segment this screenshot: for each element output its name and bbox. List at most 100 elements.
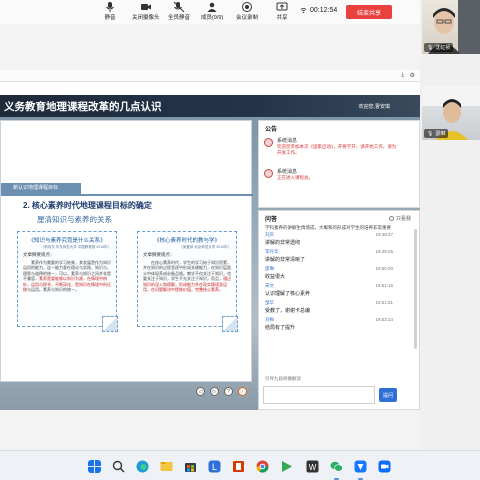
qa-message: 结局有了提升 (265, 324, 296, 331)
app-blue-icon[interactable]: L (208, 460, 221, 473)
windows-start-icon[interactable] (88, 460, 101, 473)
share-label: 共享 (276, 15, 288, 21)
file-explorer-icon[interactable] (160, 460, 173, 473)
card-body: 在核心素养时代，学生的学习始于知识积累，并在知识的过程里逐中形成关键能力，在知识… (143, 260, 231, 292)
wechat-icon[interactable] (330, 460, 343, 473)
qa-item: 刘梅 19:53:14 结局有了提升 (259, 316, 421, 333)
notice-text: 正在进入课程总。 (277, 175, 313, 180)
info-button[interactable]: ⓘ (238, 387, 247, 396)
office-icon[interactable] (232, 460, 245, 473)
system-message-icon (264, 138, 273, 147)
record-button[interactable]: 会议录制 (236, 1, 258, 21)
mute-button[interactable]: 静音 (104, 1, 116, 21)
download-icon[interactable]: ⤓ (401, 72, 404, 79)
qa-author: 邵琳 (265, 265, 274, 271)
question-input[interactable] (263, 386, 375, 404)
video-app-icon[interactable] (378, 460, 391, 473)
mute-all-icon (173, 1, 185, 13)
only-mine-toggle[interactable]: 只看我 (388, 215, 411, 222)
participant-strip (420, 0, 480, 450)
qa-author: 宋文 (265, 282, 274, 288)
camera-button[interactable]: 关闭摄像头 (132, 1, 160, 21)
participant-name: 沈虹祯 (435, 45, 451, 51)
qa-item: 李丹华 19:49:25 讲解的非常清晰了 (259, 248, 421, 265)
meeting-timer: 00:12:54 (300, 7, 337, 14)
help-button[interactable]: ? (224, 387, 233, 396)
svg-text:W: W (309, 463, 317, 472)
camera-label: 关闭摄像头 (132, 15, 160, 21)
participant-name: 邵琳 (435, 131, 446, 137)
notice-panel: 公告 系统消息 欢迎您参加本次《国家启动》，开要学开，请开始工作，请为开发工作。… (258, 120, 420, 208)
next-slide-button[interactable]: ▷ (210, 387, 219, 396)
members-label: 成员(9/9) (201, 15, 224, 21)
notice-text: 欢迎您参加本次《国家启动》，开要学开，请开始工作，请为开发工作。 (277, 144, 397, 155)
qa-time: 19:50:20 (375, 265, 393, 271)
slide-section-tag: 新认识地理课程目标 (1, 183, 81, 194)
notice-head: 系统消息 (277, 138, 298, 144)
notice-item: 系统消息 欢迎您参加本次《国家启动》，开要学开，请开始工作，请为开发工作。 (264, 137, 414, 163)
microphone-icon (106, 2, 114, 12)
player-icon[interactable] (280, 460, 293, 473)
notice-head: 系统消息 (277, 169, 298, 175)
qa-message: 讲解的非常透彻 (265, 239, 301, 246)
settings-icon[interactable]: ⚙ (410, 72, 415, 79)
prev-slide-button[interactable]: ◁ (196, 387, 205, 396)
qa-item: 刘庆 19:48:47 讲解的非常透彻 (259, 231, 421, 248)
participant-video[interactable]: 🎙 邵琳 (422, 86, 480, 140)
participant-name-tag: 🎙 沈虹祯 (424, 43, 454, 52)
qa-message: 收益很大 (265, 273, 286, 280)
slide-subheading: 厘清知识与素养的关系 (37, 215, 112, 224)
qa-message: 讲解的非常清晰了 (265, 256, 306, 263)
screen: 静音 关闭摄像头 全员静音 成员(9/9) 会议录制 共享 00:12:54 结… (0, 0, 480, 480)
slide-divider (1, 194, 253, 196)
record-label: 会议录制 (236, 15, 259, 21)
mic-icon: 🎙 (427, 44, 434, 51)
card-label: 文章摘要观点： (23, 252, 55, 257)
members-button[interactable]: 成员(9/9) (201, 1, 223, 21)
slide-controls: ◁ ▷ ? ⓘ (196, 387, 247, 396)
participant-video[interactable]: 🎙 沈虹祯 (422, 0, 480, 54)
chrome-icon[interactable] (256, 460, 269, 473)
card-source: （吴爱萍 北京师范大学 2019年） (179, 245, 231, 249)
mute-all-button[interactable]: 全员静音 (168, 1, 190, 21)
store-icon[interactable] (184, 460, 197, 473)
card-body-tail: 与运用。素养与知识的统一。 (27, 287, 79, 293)
qa-time: 19:51:51 (375, 299, 393, 305)
meeting-app-icon[interactable] (354, 460, 367, 473)
share-icon (276, 2, 288, 11)
qa-author: 刘庆 (265, 231, 274, 237)
members-icon (207, 2, 217, 12)
edge-icon[interactable] (136, 460, 149, 473)
qa-scrollbar[interactable] (414, 229, 417, 349)
qa-message: 认识理解了核心素养 (265, 290, 311, 297)
wifi-icon (300, 7, 307, 14)
svg-text:L: L (212, 462, 217, 472)
qa-item: 邹华 19:51:51 受教了，谢谢卡总编 (259, 299, 421, 316)
qa-time: 19:48:47 (375, 231, 393, 237)
record-icon (242, 2, 252, 12)
qa-message: 受教了，谢谢卡总编 (265, 307, 311, 314)
card-fold-corner (222, 316, 238, 332)
card-body: 素养作为需要的学习结果，其发展是作为知识运用的能力。这一能力意在理论与实践、知识… (23, 260, 111, 292)
qa-author: 邹华 (265, 299, 274, 305)
card-label: 文章摘要观点： (143, 252, 175, 257)
meeting-toolbar: 静音 关闭摄像头 全员静音 成员(9/9) 会议录制 共享 00:12:54 结… (0, 0, 420, 24)
search-icon[interactable] (112, 460, 125, 473)
note-card-right: 《核心素养时代的教与学》 （吴爱萍 北京师范大学 2019年） 文章摘要观点： … (137, 231, 237, 327)
qa-time: 19:51:16 (375, 282, 393, 288)
radio-icon (388, 216, 394, 221)
ask-button[interactable]: 提问 (379, 388, 397, 402)
slide: 新认识地理课程目标 2. 核心素养时代地理课程目标的确定 厘清知识与素养的关系 … (0, 120, 253, 382)
wps-icon[interactable]: W (306, 460, 319, 473)
qa-time: 19:53:14 (375, 316, 393, 322)
card-title: 《核心素养时代的教与学》 (153, 238, 220, 244)
qa-title: 问答 (265, 217, 278, 223)
end-share-button[interactable]: 结束共享 (346, 5, 392, 19)
card-title: 《知识与素养究竟是什么关系》 (28, 238, 106, 244)
card-source: （杨向东 华东师范大学 中国教育报 2018年） (40, 245, 111, 249)
qa-hint: 引导九段阅做解读 (265, 376, 301, 381)
mute-all-label: 全员静音 (168, 15, 191, 21)
notice-item: 系统消息 正在进入课程总。 (264, 168, 414, 188)
slide-heading: 2. 核心素养时代地理课程目标的确定 (23, 201, 152, 210)
share-button[interactable]: 共享 (276, 1, 288, 21)
